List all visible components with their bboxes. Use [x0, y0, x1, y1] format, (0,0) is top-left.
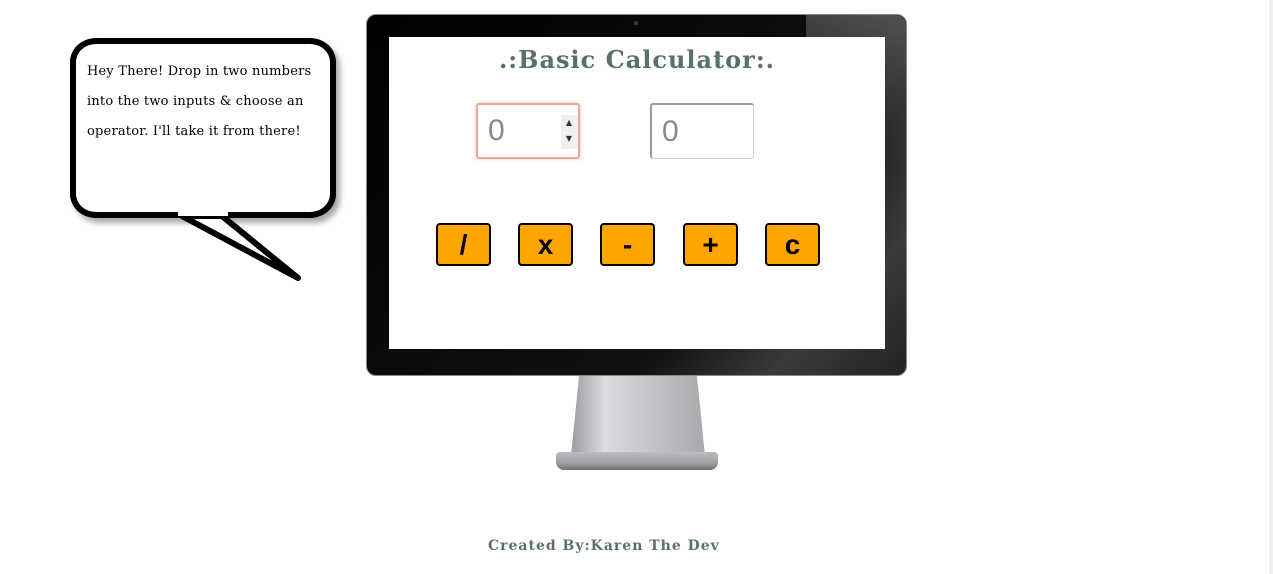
- second-number-input[interactable]: [650, 103, 754, 159]
- speech-bubble-text: Hey There! Drop in two numbers into the …: [87, 64, 312, 139]
- monitor-stand-base: [556, 452, 718, 470]
- add-button[interactable]: +: [683, 223, 738, 266]
- webcam-icon: [634, 21, 638, 25]
- number-spinner[interactable]: ▲ ▼: [561, 115, 577, 149]
- speech-bubble: Hey There! Drop in two numbers into the …: [70, 38, 336, 218]
- page-scrollbar-edge: [1269, 0, 1273, 574]
- speech-bubble-tail: [178, 210, 301, 281]
- footer-credit: Created By:Karen The Dev: [488, 538, 720, 554]
- spinner-up-icon[interactable]: ▲: [561, 115, 577, 131]
- monitor: .:Basic Calculator:. ▲ ▼ / x - + c: [366, 14, 907, 377]
- clear-button[interactable]: c: [765, 223, 820, 266]
- spinner-down-icon[interactable]: ▼: [561, 131, 577, 147]
- calculator-screen: .:Basic Calculator:. ▲ ▼ / x - + c: [389, 37, 885, 349]
- divide-button[interactable]: /: [436, 223, 491, 266]
- subtract-button[interactable]: -: [600, 223, 655, 266]
- page: Hey There! Drop in two numbers into the …: [0, 0, 1273, 574]
- calculator-title: .:Basic Calculator:.: [498, 45, 776, 74]
- monitor-stand-neck: [571, 376, 705, 456]
- multiply-button[interactable]: x: [518, 223, 573, 266]
